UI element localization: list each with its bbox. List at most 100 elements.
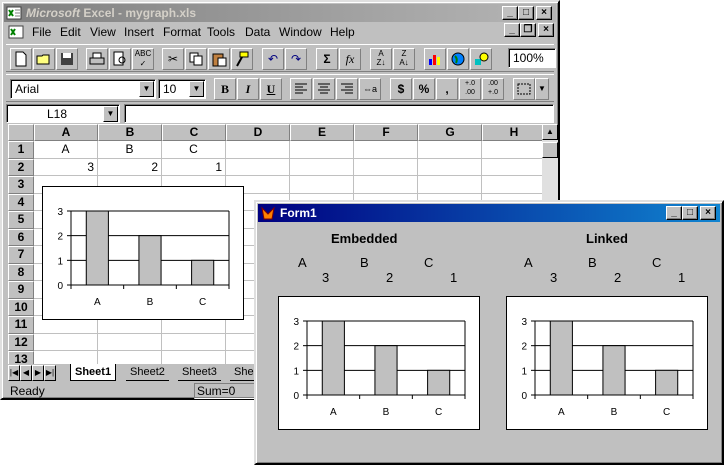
cell-g2[interactable]	[418, 158, 482, 176]
tab-sheet2[interactable]: Sheet2	[126, 364, 169, 381]
cell-f3[interactable]	[354, 176, 418, 194]
percent-icon[interactable]: %	[413, 78, 435, 100]
align-right-icon[interactable]	[336, 78, 358, 100]
row-header-9[interactable]: 9	[8, 281, 34, 299]
comma-icon[interactable]: ,	[436, 78, 458, 100]
chevron-down-icon[interactable]: ▼	[103, 106, 118, 122]
column-header-g[interactable]: G	[418, 124, 482, 141]
cell-h2[interactable]	[482, 158, 546, 176]
paste-icon[interactable]	[208, 48, 230, 70]
scroll-up-icon[interactable]: ▲	[542, 124, 558, 140]
currency-icon[interactable]: $	[390, 78, 412, 100]
font-name-box[interactable]: Arial ▼	[10, 79, 156, 99]
tab-sheet1[interactable]: Sheet1	[70, 364, 117, 381]
menu-tools[interactable]: Tools	[207, 25, 235, 39]
italic-icon[interactable]: I	[237, 78, 259, 100]
row-header-10[interactable]: 10	[8, 298, 34, 316]
column-header-h[interactable]: H	[482, 124, 546, 141]
column-header-a[interactable]: A	[34, 124, 98, 141]
form1-title-bar[interactable]: Form1 _ □ ×	[258, 204, 720, 222]
maximize-icon[interactable]: □	[518, 6, 534, 20]
doc-close-icon[interactable]: ×	[538, 23, 554, 37]
row-header-2[interactable]: 2	[8, 158, 34, 176]
scroll-thumb[interactable]	[542, 142, 558, 158]
sheet-embedded-chart[interactable]: 0 1 2 3 A B C	[42, 186, 244, 320]
cell-f1[interactable]	[354, 141, 418, 159]
open-icon[interactable]	[33, 48, 55, 70]
cell-a12[interactable]	[34, 333, 98, 351]
row-header-12[interactable]: 12	[8, 333, 34, 351]
row-header-8[interactable]: 8	[8, 263, 34, 281]
chevron-down-icon[interactable]: ▼	[535, 78, 549, 100]
embedded-chart-control[interactable]: 0 1 2 3 A B C	[278, 296, 480, 430]
menu-insert[interactable]: Insert	[124, 25, 154, 39]
sort-ascending-icon[interactable]: A Z↓	[370, 48, 392, 70]
cell-b12[interactable]	[98, 333, 162, 351]
cell-d2[interactable]	[226, 158, 290, 176]
format-painter-icon[interactable]	[231, 48, 253, 70]
undo-icon[interactable]: ↶	[262, 48, 284, 70]
excel-title-bar[interactable]: Microsoft Excel - mygraph.xls _ □ ×	[4, 4, 556, 22]
row-header-3[interactable]: 3	[8, 176, 34, 194]
row-header-5[interactable]: 5	[8, 211, 34, 229]
minimize-icon[interactable]: _	[666, 206, 682, 220]
menu-file[interactable]: File	[32, 25, 51, 39]
cell-a2[interactable]: 3	[34, 158, 98, 176]
cell-e1[interactable]	[290, 141, 354, 159]
cut-icon[interactable]: ✂	[162, 48, 184, 70]
redo-icon[interactable]: ↷	[285, 48, 307, 70]
menu-format[interactable]: Format	[163, 25, 201, 39]
row-header-11[interactable]: 11	[8, 316, 34, 334]
align-center-icon[interactable]	[313, 78, 335, 100]
column-header-b[interactable]: B	[98, 124, 162, 141]
autosum-icon[interactable]: Σ	[316, 48, 338, 70]
cell-c1[interactable]: C	[162, 141, 226, 159]
menu-edit[interactable]: Edit	[60, 25, 81, 39]
align-left-icon[interactable]	[290, 78, 312, 100]
underline-icon[interactable]: U	[260, 78, 282, 100]
cell-c12[interactable]	[162, 333, 226, 351]
borders-icon[interactable]	[513, 78, 535, 100]
menu-view[interactable]: View	[90, 25, 116, 39]
drawing-icon[interactable]	[470, 48, 492, 70]
excel-app-icon[interactable]	[6, 5, 22, 21]
new-icon[interactable]	[10, 48, 32, 70]
save-icon[interactable]	[56, 48, 78, 70]
cell-f2[interactable]	[354, 158, 418, 176]
next-sheet-icon[interactable]: ▶	[32, 365, 44, 381]
cell-d1[interactable]	[226, 141, 290, 159]
cell-h3[interactable]	[482, 176, 546, 194]
menu-window[interactable]: Window	[279, 25, 322, 39]
formula-bar[interactable]	[124, 104, 554, 123]
cell-e2[interactable]	[290, 158, 354, 176]
form-app-icon[interactable]	[260, 205, 276, 221]
name-box[interactable]: L18 ▼	[6, 104, 120, 123]
first-sheet-icon[interactable]: |◀	[8, 365, 20, 381]
map-icon[interactable]	[447, 48, 469, 70]
zoom-box[interactable]: 100%	[508, 48, 556, 68]
close-icon[interactable]: ×	[536, 6, 552, 20]
increase-decimal-icon[interactable]: +.0.00	[459, 78, 481, 100]
copy-icon[interactable]	[185, 48, 207, 70]
maximize-icon[interactable]: □	[682, 206, 698, 220]
column-header-e[interactable]: E	[290, 124, 354, 141]
cell-g1[interactable]	[418, 141, 482, 159]
linked-chart-control[interactable]: 0 1 2 3 A B C	[506, 296, 708, 430]
print-icon[interactable]	[86, 48, 108, 70]
last-sheet-icon[interactable]: ▶|	[44, 365, 56, 381]
menu-help[interactable]: Help	[330, 25, 355, 39]
font-size-box[interactable]: 10 ▼	[158, 79, 206, 99]
cell-g3[interactable]	[418, 176, 482, 194]
menu-data[interactable]: Data	[245, 25, 270, 39]
column-header-f[interactable]: F	[354, 124, 418, 141]
cell-b2[interactable]: 2	[98, 158, 162, 176]
chevron-down-icon[interactable]: ▼	[139, 81, 154, 97]
row-header-1[interactable]: 1	[8, 141, 34, 159]
doc-minimize-icon[interactable]: _	[504, 23, 520, 37]
cell-a1[interactable]: A	[34, 141, 98, 159]
row-header-7[interactable]: 7	[8, 246, 34, 264]
row-header-4[interactable]: 4	[8, 193, 34, 211]
spelling-icon[interactable]: ABC ✓	[132, 48, 154, 70]
column-header-d[interactable]: D	[226, 124, 290, 141]
cell-c2[interactable]: 1	[162, 158, 226, 176]
